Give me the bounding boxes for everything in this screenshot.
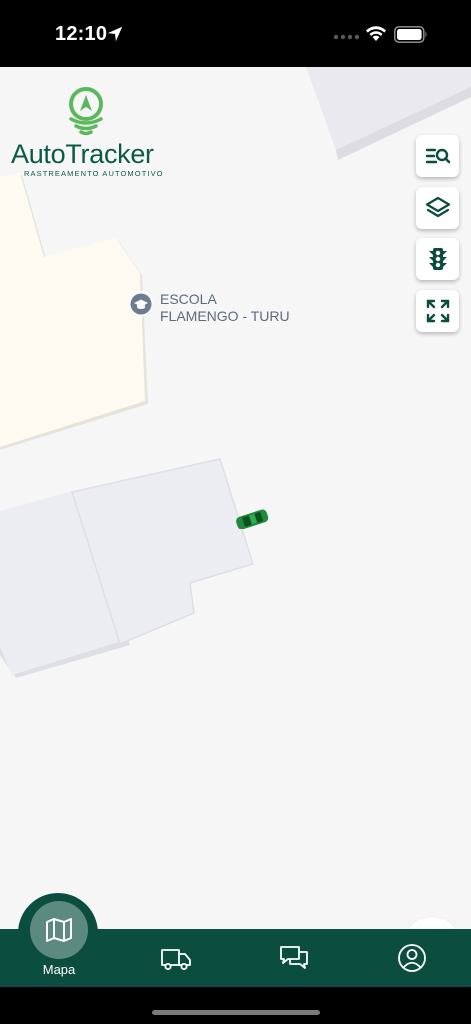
- home-indicator-area: [0, 987, 471, 1024]
- traffic-button[interactable]: [416, 238, 459, 280]
- green-car-icon[interactable]: [234, 509, 270, 529]
- layers-icon: [425, 196, 450, 218]
- cellular-signal-icon: [333, 34, 359, 40]
- map-view[interactable]: AutoTracker RASTREAMENTO AUTOMOTIVO ESCO…: [0, 67, 471, 930]
- tab-mapa-label: Mapa: [42, 962, 76, 977]
- bottom-tab-bar: Mapa: [0, 893, 471, 987]
- status-time: 12:10: [55, 23, 108, 45]
- app-logo: AutoTracker RASTREAMENTO AUTOMOTIVO: [10, 87, 165, 179]
- layers-button[interactable]: [416, 187, 459, 229]
- traffic-light-icon: [428, 248, 447, 270]
- user-icon: [398, 944, 426, 972]
- status-bar: 12:10: [0, 0, 471, 67]
- tab-messages[interactable]: [264, 929, 324, 987]
- search-list-icon: [425, 148, 450, 164]
- battery-icon: [394, 26, 427, 43]
- map-buildings: [0, 67, 471, 678]
- map-icon: [46, 918, 72, 942]
- poi-label-line1: ESCOLA: [160, 291, 217, 307]
- school-cap-icon: [129, 291, 153, 320]
- tab-vehicles[interactable]: [146, 929, 206, 987]
- location-arrow-icon: [107, 26, 123, 42]
- home-indicator[interactable]: [152, 1010, 320, 1015]
- tab-profile[interactable]: [382, 929, 442, 987]
- fullscreen-button[interactable]: [416, 290, 459, 332]
- logo-title: AutoTracker: [11, 139, 154, 169]
- wifi-icon: [366, 26, 386, 41]
- truck-icon: [161, 949, 191, 970]
- search-list-button[interactable]: [416, 135, 459, 177]
- chat-icon: [280, 946, 308, 969]
- poi-label: ESCOLA FLAMENGO - TURU: [160, 291, 320, 325]
- tab-mapa[interactable]: [30, 901, 88, 959]
- poi-label-line2: FLAMENGO - TURU: [160, 308, 290, 324]
- expand-icon: [426, 299, 449, 323]
- location-pin-logo-icon: [69, 87, 103, 136]
- logo-tagline: RASTREAMENTO AUTOMOTIVO: [24, 169, 164, 178]
